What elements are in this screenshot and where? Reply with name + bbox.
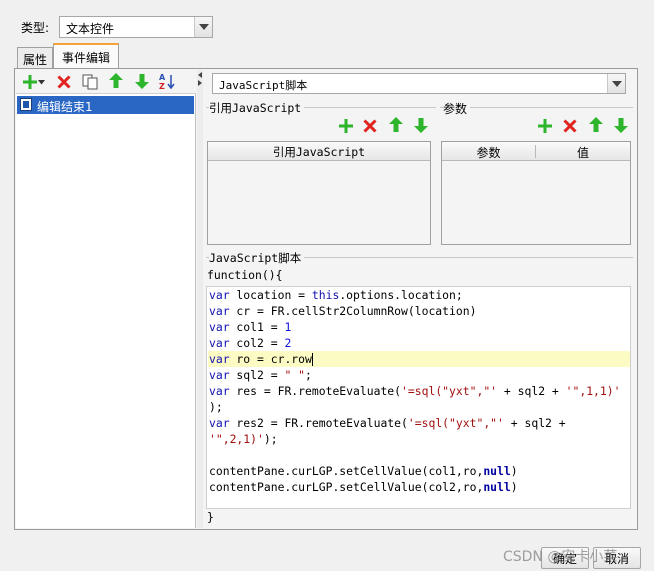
move-down-icon[interactable] xyxy=(134,73,150,89)
code-line: var res2 = FR.remoteEvaluate('=sql("yxt"… xyxy=(209,416,566,430)
event-tree-pane xyxy=(16,70,196,528)
event-node-icon xyxy=(20,98,32,111)
script-section-title: JavaScript脚本 xyxy=(209,250,305,266)
code-line: var location = this.options.location; xyxy=(209,288,463,302)
expand-right-icon[interactable] xyxy=(198,80,202,86)
ref-js-column-header[interactable]: 引用JavaScript xyxy=(208,144,430,160)
add-icon[interactable] xyxy=(22,74,38,90)
svg-text:A: A xyxy=(159,73,166,82)
chevron-down-icon[interactable] xyxy=(607,74,625,93)
sort-az-icon[interactable]: A Z xyxy=(159,73,177,90)
script-type-select[interactable]: JavaScript脚本 xyxy=(212,73,626,94)
add-icon[interactable] xyxy=(537,118,553,134)
delete-icon[interactable] xyxy=(562,118,578,134)
type-select-value: 文本控件 xyxy=(66,22,115,36)
ref-js-table[interactable]: 引用JavaScript xyxy=(207,141,431,245)
chevron-down-icon[interactable] xyxy=(194,17,212,37)
script-code-editor[interactable]: var location = this.options.location; var… xyxy=(206,286,631,509)
watermark: CSDN @安卡小菜 xyxy=(503,549,618,565)
svg-text:Z: Z xyxy=(159,82,165,90)
code-line: contentPane.curLGP.setCellValue(col2,ro,… xyxy=(209,480,518,494)
copy-icon[interactable] xyxy=(82,74,98,90)
dropdown-arrow-icon[interactable] xyxy=(37,74,45,90)
code-line: ); xyxy=(209,400,223,414)
code-line: var sql2 = " "; xyxy=(209,368,312,382)
collapse-left-icon[interactable] xyxy=(198,72,202,78)
code-line: contentPane.curLGP.setCellValue(col1,ro,… xyxy=(209,464,518,478)
delete-icon[interactable] xyxy=(362,118,378,134)
code-line: var col2 = 2 xyxy=(209,336,292,350)
code-footer: } xyxy=(207,510,214,524)
param-column-header[interactable]: 参数 xyxy=(442,144,535,161)
code-line: var cr = FR.cellStr2ColumnRow(location) xyxy=(209,304,477,318)
code-line: var res = FR.remoteEvaluate('=sql("yxt",… xyxy=(209,384,621,398)
move-down-icon[interactable] xyxy=(413,117,429,133)
script-type-value: JavaScript脚本 xyxy=(219,79,308,92)
value-column-header[interactable]: 值 xyxy=(536,144,630,161)
code-line: var col1 = 1 xyxy=(209,320,292,334)
params-table[interactable]: 参数 值 xyxy=(441,141,631,245)
tree-item-edit-end[interactable]: 编辑结束1 xyxy=(17,96,194,114)
delete-icon[interactable] xyxy=(56,74,72,90)
move-down-icon[interactable] xyxy=(613,117,629,133)
params-table-header: 参数 值 xyxy=(442,142,630,161)
ref-js-table-header: 引用JavaScript xyxy=(208,142,430,161)
type-select[interactable]: 文本控件 xyxy=(59,16,213,38)
type-label: 类型: xyxy=(21,21,50,35)
params-section-title: 参数 xyxy=(443,100,471,117)
tab-properties[interactable]: 属性 xyxy=(17,47,53,70)
pane-splitter[interactable] xyxy=(197,70,203,528)
ref-js-section-title: 引用JavaScript xyxy=(209,100,305,116)
move-up-icon[interactable] xyxy=(388,117,404,133)
move-up-icon[interactable] xyxy=(588,117,604,133)
add-icon[interactable] xyxy=(338,118,354,134)
move-up-icon[interactable] xyxy=(108,73,124,89)
code-line: '",2,1)'); xyxy=(209,432,278,446)
code-header: function(){ xyxy=(207,268,283,282)
event-toolbar: A Z xyxy=(16,70,196,94)
tab-event-editing[interactable]: 事件编辑 xyxy=(53,43,119,70)
tree-item-label: 编辑结束1 xyxy=(37,100,93,114)
code-line: var ro = cr.row xyxy=(209,352,313,366)
